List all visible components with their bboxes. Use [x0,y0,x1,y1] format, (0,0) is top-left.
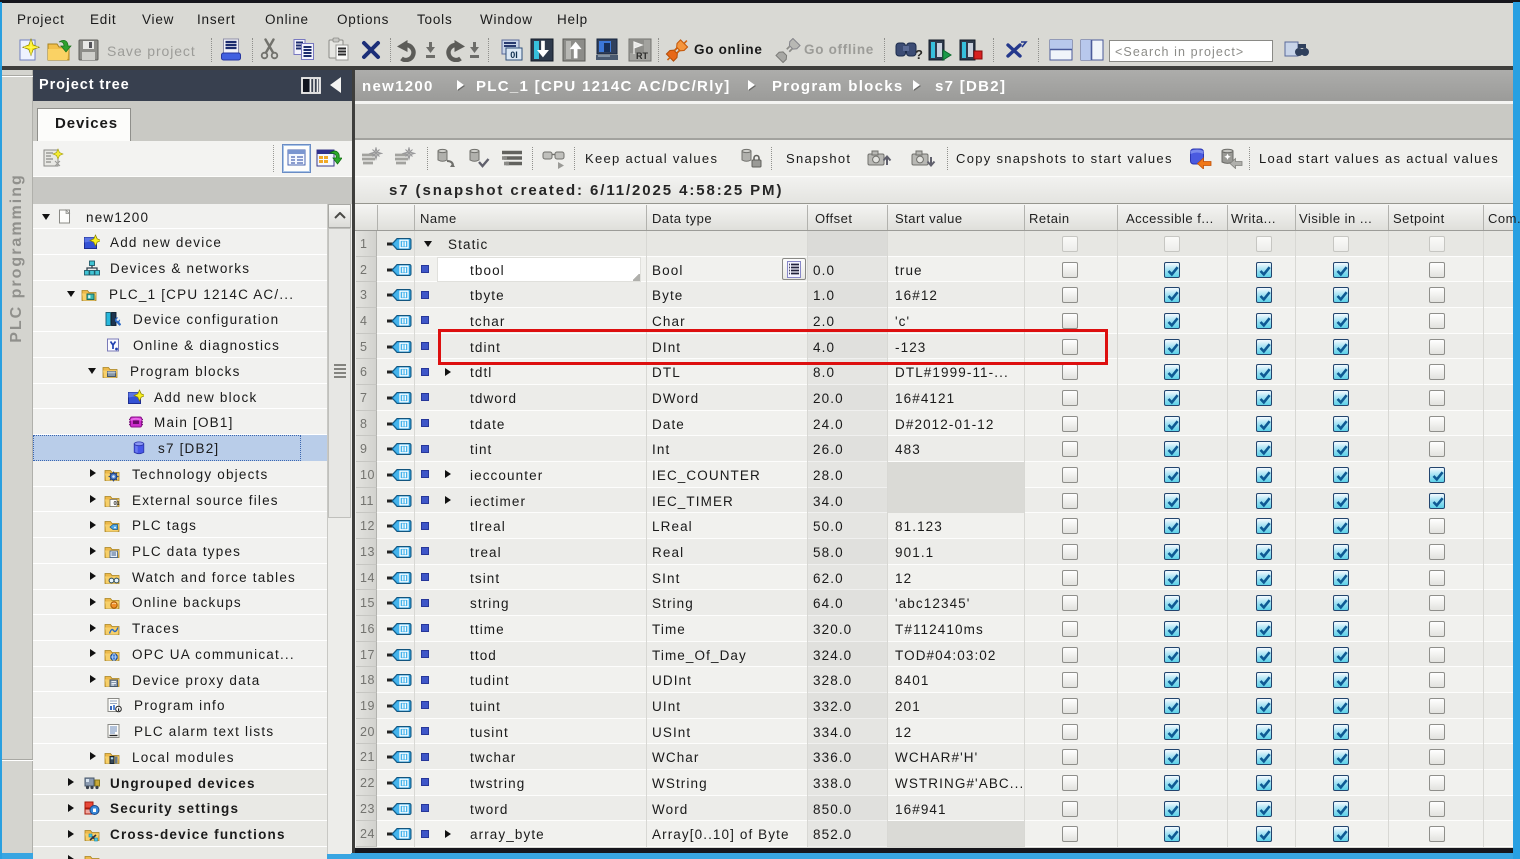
svg-text:01: 01 [114,501,120,507]
svg-text:RT: RT [636,51,648,61]
svg-text:?: ? [915,47,923,62]
svg-text:0I: 0I [510,50,518,60]
